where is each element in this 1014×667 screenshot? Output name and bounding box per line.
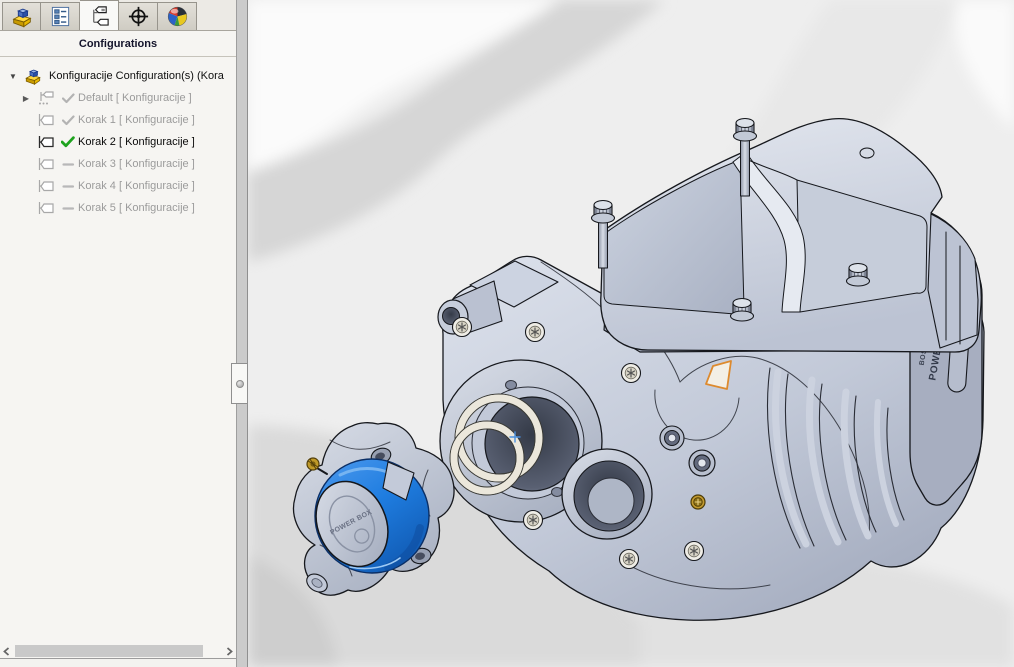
config-flag-icon [34, 200, 58, 216]
tab-configurationmanager[interactable] [80, 0, 119, 30]
scroll-left-button[interactable] [0, 644, 13, 658]
rebuild-check-icon [58, 115, 78, 126]
config-flag-icon [34, 156, 58, 172]
featuremanager-tree-icon [10, 5, 34, 28]
displaymanager-icon [166, 5, 189, 28]
panel-splitter-bar[interactable] [236, 0, 248, 667]
configuration-manager-panel: Configurations ▼ [0, 0, 248, 667]
collapsed-lower-pane [0, 658, 236, 667]
config-label: Korak 3 [ Konfiguracije ] [78, 158, 195, 170]
config-row-default[interactable]: ▶ Default [ Konfiguracije ] [0, 87, 236, 109]
scrollbar-thumb[interactable] [15, 645, 203, 657]
expand-arrow-icon[interactable]: ▶ [18, 94, 34, 103]
config-label: Korak 5 [ Konfiguracije ] [78, 202, 195, 214]
propertymanager-icon [49, 5, 72, 28]
panel-collapse-handle[interactable] [231, 363, 248, 404]
config-row-korak5[interactable]: Korak 5 [ Konfiguracije ] [0, 197, 236, 219]
panel-title: Configurations [0, 31, 236, 57]
configurationmanager-icon [88, 4, 111, 27]
configuration-tree: ▼ Konfigur [0, 57, 236, 219]
config-flag-icon [34, 178, 58, 194]
config-root-label: Konfiguracije Configuration(s) (Kora [49, 70, 224, 82]
config-label: Korak 1 [ Konfiguracije ] [78, 114, 195, 126]
tab-propertymanager[interactable] [41, 2, 80, 30]
bearing-ring[interactable] [689, 450, 715, 476]
chevron-left-icon [3, 647, 10, 656]
gold-plug-screw[interactable] [691, 495, 705, 509]
config-row-korak1[interactable]: Korak 1 [ Konfiguracije ] [0, 109, 236, 131]
derived-config-icon [34, 90, 58, 106]
application-window: { "panel": { "tabs": [ { "icon": "featur… [0, 0, 1014, 667]
tab-dimxpertmanager[interactable] [119, 2, 158, 30]
config-label: Default [ Konfiguracije ] [78, 92, 192, 104]
collapse-arrow-icon[interactable]: ▼ [5, 72, 21, 81]
config-root-row[interactable]: ▼ Konfigur [0, 65, 236, 87]
grip-dot-icon [236, 380, 244, 388]
not-rebuilt-dash-icon [58, 159, 78, 170]
dimxpertmanager-icon [127, 5, 150, 28]
tab-featuremanager-tree[interactable] [2, 2, 41, 30]
config-label-active: Korak 2 [ Konfiguracije ] [78, 136, 195, 148]
manager-tab-bar [0, 0, 236, 31]
config-label: Korak 4 [ Konfiguracije ] [78, 180, 195, 192]
panel-horizontal-scrollbar[interactable] [0, 644, 236, 658]
config-row-korak3[interactable]: Korak 3 [ Konfiguracije ] [0, 153, 236, 175]
secondary-bore[interactable] [562, 449, 652, 539]
active-config-check-icon [58, 136, 78, 148]
tab-displaymanager[interactable] [158, 2, 197, 30]
scroll-right-button[interactable] [223, 644, 236, 658]
bearing-ring[interactable] [660, 426, 684, 450]
scrollbar-track[interactable] [13, 644, 223, 658]
config-row-korak2-active[interactable]: Korak 2 [ Konfiguracije ] [0, 131, 236, 153]
config-flag-icon [34, 112, 58, 128]
assembly-icon [21, 67, 45, 85]
not-rebuilt-dash-icon [58, 181, 78, 192]
not-rebuilt-dash-icon [58, 203, 78, 214]
config-flag-icon-active [34, 134, 58, 150]
chevron-right-icon [226, 647, 233, 656]
rebuild-check-icon [58, 93, 78, 104]
config-row-korak4[interactable]: Korak 4 [ Konfiguracije ] [0, 175, 236, 197]
